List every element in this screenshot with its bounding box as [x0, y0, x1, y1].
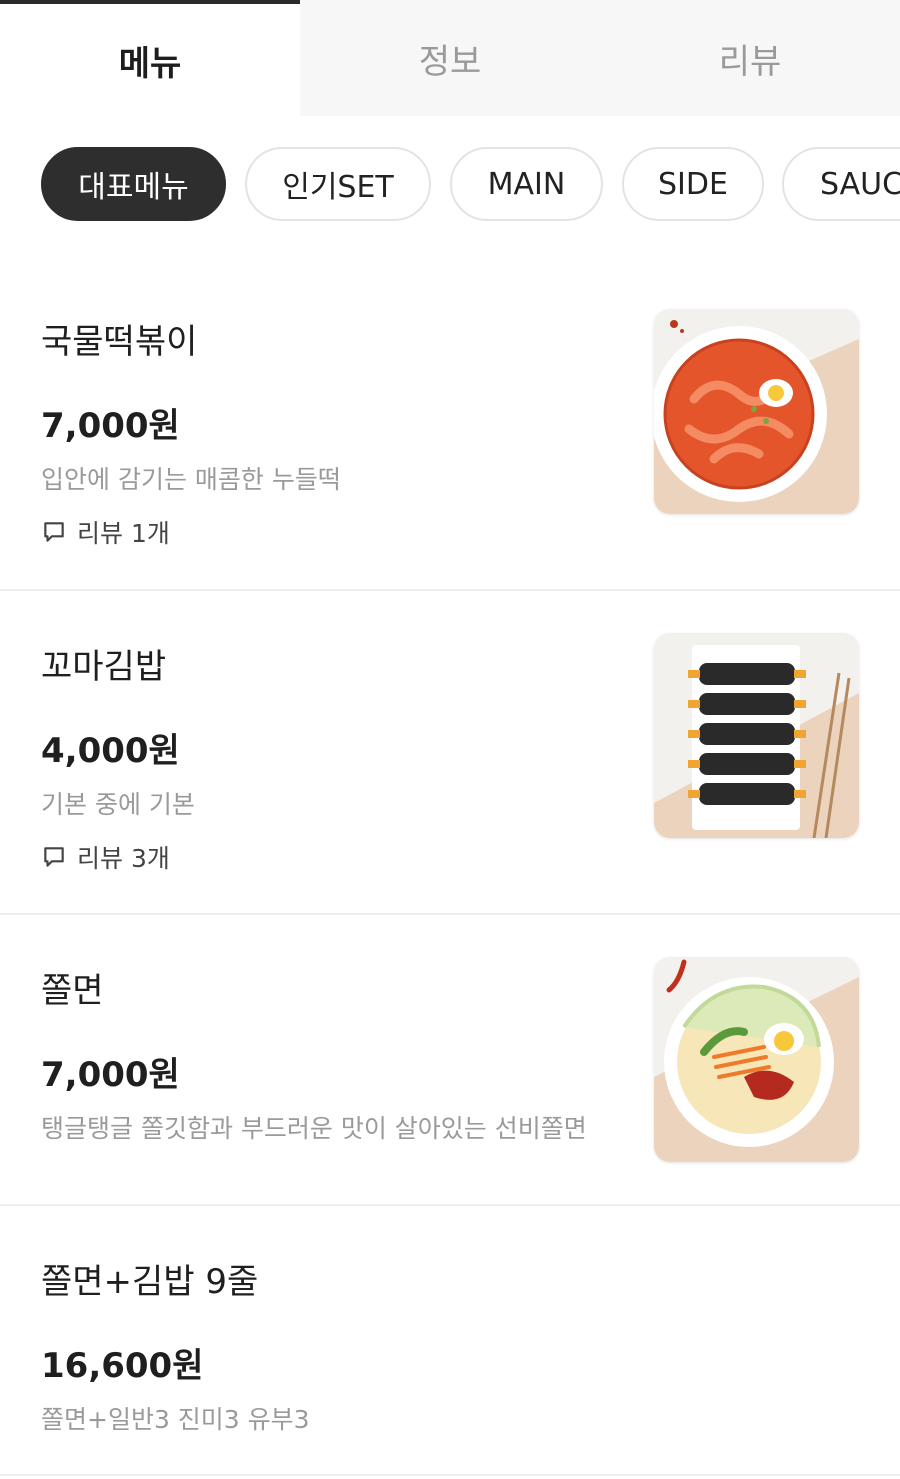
menu-item-price: 4,000원 — [41, 731, 180, 771]
menu-item-review-count[interactable]: 리뷰 3개 — [41, 839, 170, 875]
menu-item[interactable]: 국물떡볶이 7,000원 입안에 감기는 매콤한 누들떡 리뷰 1개 — [0, 256, 900, 591]
category-chip-bar: 대표메뉴 인기SET MAIN SIDE SAUCE — [0, 116, 900, 256]
comment-icon — [44, 847, 64, 867]
menu-item-price: 7,000원 — [41, 1055, 180, 1095]
menu-item-name: 국물떡볶이 — [41, 322, 198, 362]
review-count-label: 리뷰 3개 — [77, 844, 170, 873]
menu-item-name: 꼬마김밥 — [41, 647, 167, 687]
comment-icon — [44, 522, 64, 542]
menu-item[interactable]: 꼬마김밥 4,000원 기본 중에 기본 리뷰 3개 — [0, 591, 900, 915]
menu-tab-bar: 메뉴 정보 리뷰 — [0, 0, 900, 116]
menu-item-description: 기본 중에 기본 — [41, 790, 195, 819]
tteokbokki-photo[interactable] — [654, 309, 859, 514]
tab-info[interactable]: 정보 — [300, 0, 600, 116]
category-chip-main[interactable]: MAIN — [450, 147, 603, 221]
menu-item[interactable]: 쫄면 7,000원 탱글탱글 쫄깃함과 부드러운 맛이 살아있는 선비쫄면 — [0, 915, 900, 1206]
menu-item-price: 7,000원 — [41, 406, 180, 446]
menu-item-description: 쫄면+일반3 진미3 유부3 — [41, 1405, 310, 1434]
menu-item-name: 쫄면 — [41, 971, 104, 1011]
menu-item-price: 16,600원 — [41, 1346, 204, 1386]
menu-item-review-count[interactable]: 리뷰 1개 — [41, 514, 170, 550]
menu-item-name: 쫄면+김밥 9줄 — [41, 1262, 259, 1302]
jjolmyeon-photo[interactable] — [654, 957, 859, 1162]
mini-gimbap-photo[interactable] — [654, 633, 859, 838]
menu-item[interactable]: 쫄면+김밥 9줄 16,600원 쫄면+일반3 진미3 유부3 — [0, 1206, 900, 1476]
review-count-label: 리뷰 1개 — [77, 519, 170, 548]
tab-menu[interactable]: 메뉴 — [0, 0, 300, 116]
menu-item-description: 탱글탱글 쫄깃함과 부드러운 맛이 살아있는 선비쫄면 — [41, 1114, 587, 1143]
category-chip-side[interactable]: SIDE — [622, 147, 764, 221]
category-chip-sauce[interactable]: SAUCE — [782, 147, 900, 221]
tab-reviews[interactable]: 리뷰 — [600, 0, 900, 116]
category-chip-signature[interactable]: 대표메뉴 — [41, 147, 226, 221]
menu-item-description: 입안에 감기는 매콤한 누들떡 — [41, 465, 341, 494]
category-chip-popular-set[interactable]: 인기SET — [245, 147, 431, 221]
